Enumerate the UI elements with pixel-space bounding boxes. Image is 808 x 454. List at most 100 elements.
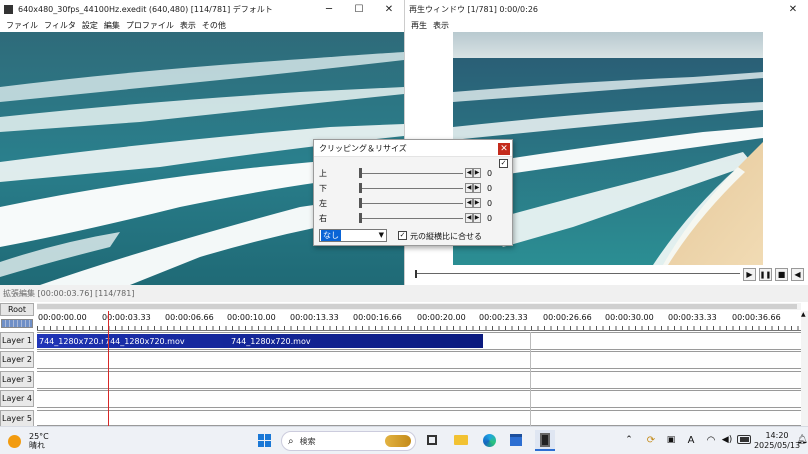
menu-view[interactable]: 表示: [180, 20, 196, 31]
ime-indicator[interactable]: A: [684, 433, 698, 447]
tick-label: 00:00:13.33: [290, 313, 339, 322]
battery-icon[interactable]: [737, 435, 751, 444]
slider-value-top[interactable]: 0: [487, 169, 492, 178]
volume-button[interactable]: ◀: [791, 268, 804, 281]
decrement-left-button[interactable]: ◀: [465, 198, 473, 208]
increment-top-button[interactable]: ▶: [473, 168, 481, 178]
film-icon: [540, 432, 550, 447]
menu-edit[interactable]: 編集: [104, 20, 120, 31]
chevron-up-icon[interactable]: ⌃: [623, 434, 635, 446]
time-ruler[interactable]: 00:00:00.00 00:00:03.33 00:00:06.66 00:0…: [37, 311, 801, 331]
close-button[interactable]: ✕: [374, 0, 404, 18]
slider-value-right[interactable]: 0: [487, 214, 492, 223]
taskbar: 25°C 晴れ ⌕ 検索 ⌃ ⟳ ▣ A ◠ ◀) 14:20 2025/05/…: [0, 426, 808, 454]
wifi-icon[interactable]: ◠: [704, 433, 718, 447]
tick-label: 00:00:00.00: [38, 313, 87, 322]
seek-thumb[interactable]: [415, 270, 417, 278]
aviutl-taskbar-button[interactable]: [535, 430, 555, 451]
weather-temp: 25°C: [29, 432, 49, 441]
clock[interactable]: 14:20 2025/05/13: [752, 429, 802, 453]
layer-3-lane[interactable]: [37, 371, 801, 389]
windows-icon: [257, 433, 271, 447]
root-button[interactable]: Root: [0, 303, 34, 316]
clip-segment-3[interactable]: 744_1280x720.mov: [229, 334, 483, 348]
layer-label: Layer 3: [2, 375, 32, 384]
clip-segment-1[interactable]: 744_1280x720.mov: [37, 334, 119, 348]
increment-left-button[interactable]: ▶: [473, 198, 481, 208]
editor-titlebar: 640x480_30fps_44100Hz.exedit (640,480) […: [0, 0, 404, 18]
app-icon: [4, 4, 13, 14]
sync-icon[interactable]: ⟳: [644, 433, 658, 447]
menu-file[interactable]: ファイル: [6, 20, 38, 31]
play-button[interactable]: ▶: [743, 268, 756, 281]
scroll-up-icon[interactable]: ▲: [801, 311, 806, 318]
menu-other[interactable]: その他: [202, 20, 226, 31]
slider-value-left[interactable]: 0: [487, 199, 492, 208]
slider-value-bottom[interactable]: 0: [487, 184, 492, 193]
zoom-bar[interactable]: [1, 319, 33, 328]
menu-filter[interactable]: フィルタ: [44, 20, 76, 31]
search-box[interactable]: ⌕ 検索: [281, 431, 416, 451]
decrement-top-button[interactable]: ◀: [465, 168, 473, 178]
layer-label: Layer 4: [2, 394, 32, 403]
root-label: Root: [7, 305, 27, 314]
search-icon: ⌕: [288, 435, 294, 447]
vertical-scrollbar[interactable]: ▲: [801, 311, 808, 426]
slider-row-left: 左 ◀ ▶ 0: [319, 197, 509, 209]
pause-button[interactable]: ❚❚: [759, 268, 772, 281]
tick-label: 00:00:20.00: [417, 313, 466, 322]
layer-2-header[interactable]: Layer 2: [0, 351, 34, 368]
file-explorer-button[interactable]: [452, 432, 470, 448]
layer-1-header[interactable]: Layer 1: [0, 332, 34, 349]
weather-text: 晴れ: [29, 441, 45, 450]
preview-close-button[interactable]: ✕: [778, 0, 808, 18]
slider-row-bottom: 下 ◀ ▶ 0: [319, 182, 509, 194]
edge-button[interactable]: [480, 432, 498, 448]
slider-label-bottom: 下: [319, 183, 327, 193]
layer-4-lane[interactable]: [37, 390, 801, 408]
keep-aspect-checkbox[interactable]: ✓: [398, 231, 407, 240]
timeline-scrollbar[interactable]: [37, 303, 801, 310]
store-button[interactable]: [507, 432, 525, 448]
timeline-title: 拡張編集 [00:00:03.76] [114/781]: [3, 289, 135, 298]
layer-5-header[interactable]: Layer 5: [0, 410, 34, 427]
layer-5-lane[interactable]: [37, 410, 801, 426]
playhead-cursor[interactable]: [108, 311, 109, 426]
menu-settings[interactable]: 設定: [82, 20, 98, 31]
increment-bottom-button[interactable]: ▶: [473, 183, 481, 193]
seek-bar[interactable]: [415, 270, 740, 278]
increment-right-button[interactable]: ▶: [473, 213, 481, 223]
decrement-right-button[interactable]: ◀: [465, 213, 473, 223]
start-button[interactable]: [255, 431, 273, 449]
slider-left[interactable]: [359, 198, 463, 208]
speaker-icon[interactable]: ◀): [720, 433, 734, 447]
layer-2-lane[interactable]: [37, 351, 801, 369]
slider-right[interactable]: [359, 213, 463, 223]
scroll-thumb[interactable]: [37, 304, 797, 309]
slider-bottom[interactable]: [359, 183, 463, 193]
minimize-button[interactable]: ─: [314, 0, 344, 18]
tick-label: 00:00:36.66: [732, 313, 781, 322]
menu-profile[interactable]: プロファイル: [126, 20, 174, 31]
task-view-button[interactable]: [424, 432, 440, 448]
dialog-close-button[interactable]: ✕: [498, 143, 510, 155]
stop-button[interactable]: ■: [775, 268, 788, 281]
tray-app-icon[interactable]: ▣: [664, 433, 678, 447]
notification-bell-icon[interactable]: 🔔︎: [796, 434, 807, 446]
layer-4-header[interactable]: Layer 4: [0, 390, 34, 407]
resize-mode-select[interactable]: なし ▼: [319, 229, 387, 242]
keep-aspect-label: 元の縦横比に合せる: [410, 232, 482, 241]
maximize-button[interactable]: ☐: [344, 0, 374, 18]
menu-play[interactable]: 再生: [411, 20, 427, 31]
menu-preview-view[interactable]: 表示: [433, 20, 449, 31]
timeline-header: 拡張編集 [00:00:03.76] [114/781]: [0, 285, 808, 302]
clip-segment-2[interactable]: 744_1280x720.mov: [103, 334, 229, 348]
slider-label-right: 右: [319, 213, 327, 223]
clip-label: 744_1280x720.mov: [231, 336, 311, 346]
weather-widget[interactable]: 25°C 晴れ: [8, 430, 68, 452]
slider-top[interactable]: [359, 168, 463, 178]
layer-1-lane[interactable]: 744_1280x720.mov 744_1280x720.mov 744_12…: [37, 332, 801, 350]
preview-title: 再生ウィンドウ [1/781] 0:00/0:26: [409, 4, 539, 14]
decrement-bottom-button[interactable]: ◀: [465, 183, 473, 193]
layer-3-header[interactable]: Layer 3: [0, 371, 34, 388]
